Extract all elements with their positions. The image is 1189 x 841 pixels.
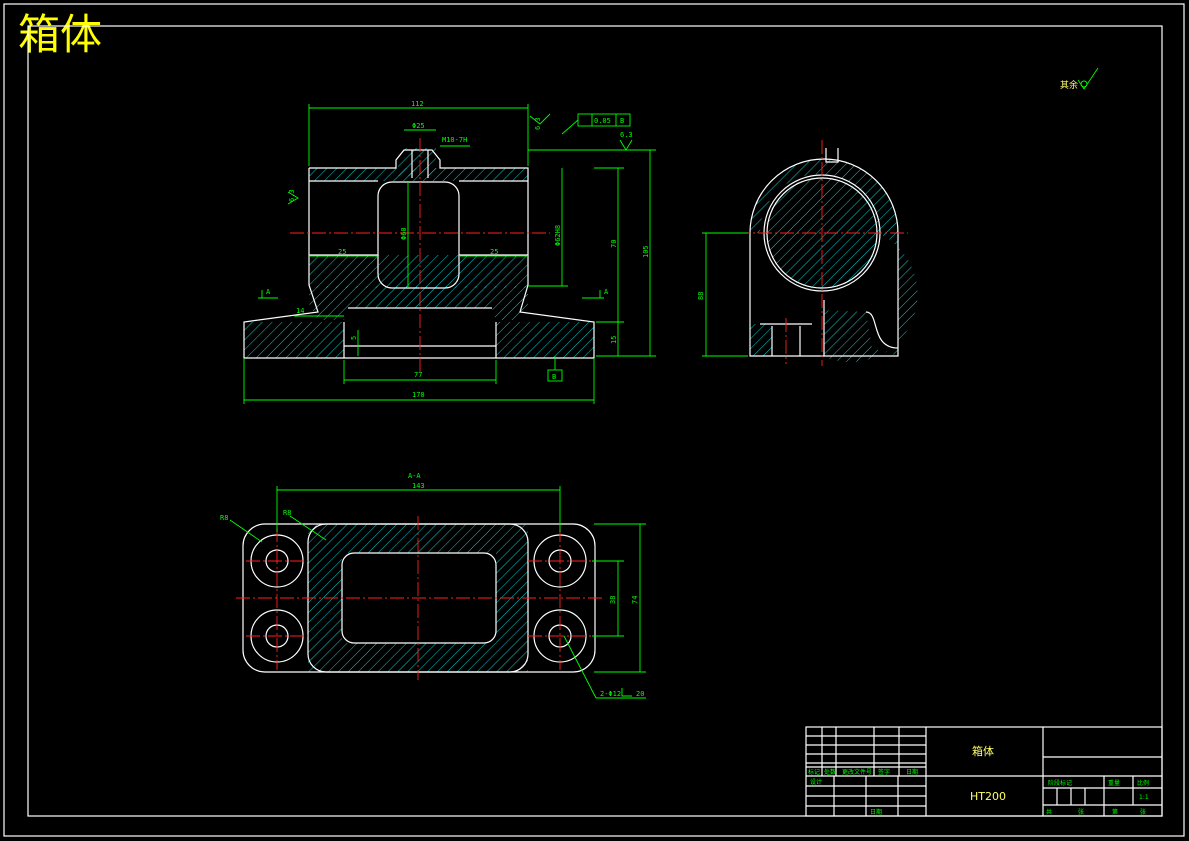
svg-text:A: A [604,288,609,296]
svg-text:张: 张 [1140,808,1146,816]
svg-text:6.3: 6.3 [534,117,542,130]
svg-text:标记: 标记 [808,768,820,776]
svg-text:日期: 日期 [906,768,918,776]
svg-text:14: 14 [296,307,304,315]
svg-text:更改文件号: 更改文件号 [842,768,872,776]
svg-text:25: 25 [490,248,498,256]
drawing-sheet: 其余 112 Φ25 M10-7H 0.05 B 6.3 6.3 6.3 Φ60… [3,3,1185,837]
svg-text:其余: 其余 [1060,79,1078,91]
title-block: 箱体 HT200 1:1 标记 处数 更改文件号 签字 日期 设计 日期 阶段标… [805,726,1163,817]
svg-text:88: 88 [697,292,705,300]
svg-text:张: 张 [1078,808,1084,816]
side-view: 88 [697,140,918,366]
svg-text:处数: 处数 [824,768,836,776]
svg-text:5: 5 [350,336,358,340]
section-a-a-view: A-A 143 R8 R8 38 74 2-Φ12 20 [220,472,646,699]
svg-text:A-A: A-A [408,472,421,480]
svg-text:Φ60: Φ60 [400,227,408,240]
svg-text:25: 25 [338,248,346,256]
svg-text:0.05: 0.05 [594,117,611,125]
svg-text:R8: R8 [283,509,291,517]
svg-text:重量: 重量 [1108,779,1120,787]
svg-text:A: A [266,288,271,296]
tb-part-name: 箱体 [972,744,994,758]
svg-text:2-Φ12: 2-Φ12 [600,690,621,698]
svg-text:日期: 日期 [870,808,882,816]
svg-text:阶段标记: 阶段标记 [1048,779,1072,787]
front-hatch [244,148,594,358]
svg-text:38: 38 [609,596,617,604]
front-dimensions [243,104,656,404]
outer-border [3,3,1185,837]
svg-text:第: 第 [1112,808,1118,816]
svg-text:70: 70 [610,240,618,248]
svg-text:105: 105 [642,245,650,258]
side-hatch [750,159,918,363]
roughness-note: 其余 [1060,67,1099,91]
inner-border [27,25,1163,817]
svg-text:74: 74 [631,596,639,604]
svg-text:B: B [552,373,556,381]
svg-text:20: 20 [636,690,644,698]
svg-text:170: 170 [412,391,425,399]
svg-text:设计: 设计 [810,778,822,786]
svg-text:M10-7H: M10-7H [442,136,467,144]
svg-text:6.3: 6.3 [620,131,633,139]
svg-text:77: 77 [414,371,422,379]
svg-text:143: 143 [412,482,425,490]
svg-text:比例: 比例 [1137,779,1149,787]
tb-material: HT200 [970,790,1006,803]
svg-text:Φ62H8: Φ62H8 [554,225,562,246]
svg-text:6.3: 6.3 [288,189,296,202]
svg-text:15: 15 [610,336,618,344]
svg-text:B: B [620,117,624,125]
svg-text:Φ25: Φ25 [412,122,425,130]
front-section-view: 112 Φ25 M10-7H 0.05 B 6.3 6.3 6.3 Φ60 Φ6… [243,100,656,404]
svg-text:R8: R8 [220,514,228,522]
svg-text:112: 112 [411,100,424,108]
tb-scale: 1:1 [1139,794,1149,801]
svg-text:签字: 签字 [878,768,890,776]
svg-text:共: 共 [1046,808,1052,816]
